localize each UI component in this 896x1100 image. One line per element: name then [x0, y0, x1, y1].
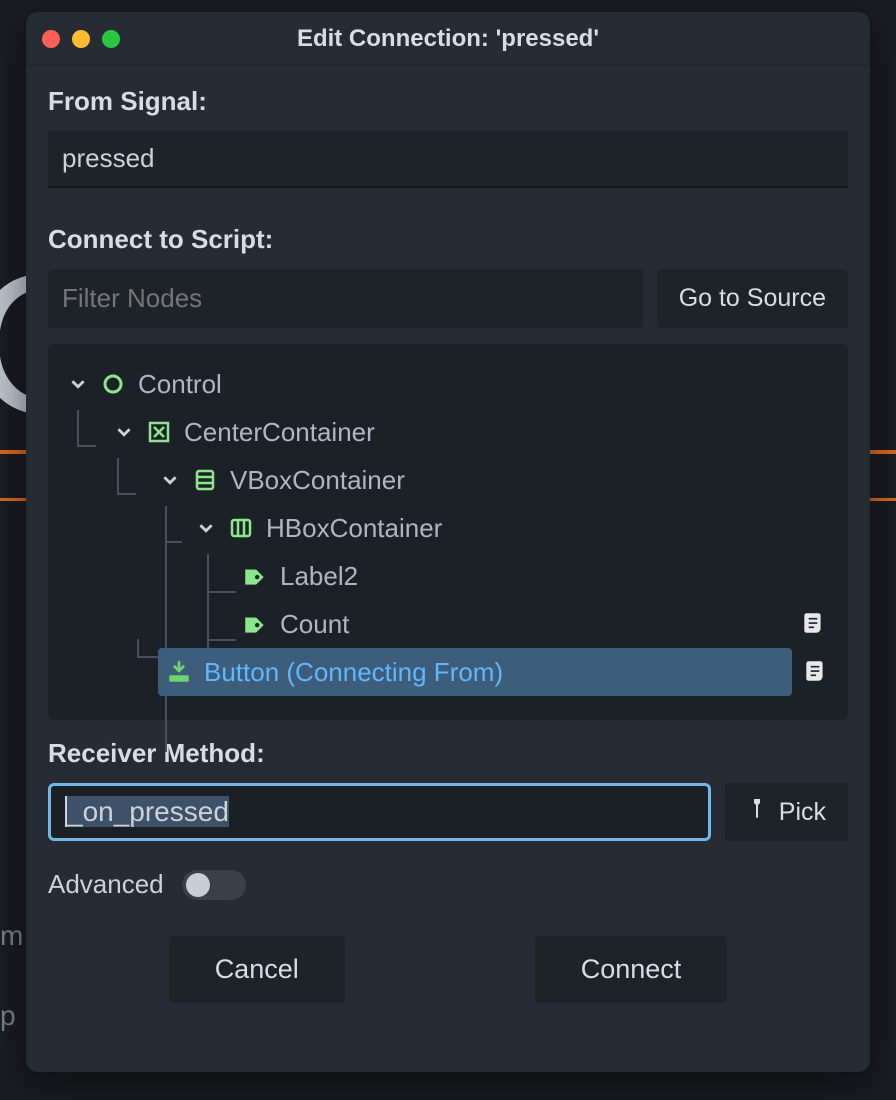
receiver-method-input[interactable]: _on_pressed: [48, 783, 711, 841]
label-node-icon: [242, 563, 268, 589]
window-controls: [42, 30, 120, 48]
close-window-button[interactable]: [42, 30, 60, 48]
expand-icon[interactable]: [68, 374, 88, 394]
tree-node-label2[interactable]: Label2: [60, 552, 836, 600]
connect-button[interactable]: Connect: [535, 936, 728, 1003]
expand-icon[interactable]: [160, 470, 180, 490]
script-icon[interactable]: [802, 658, 830, 686]
hboxcontainer-node-icon: [228, 515, 254, 541]
connect-to-script-label: Connect to Script:: [48, 224, 848, 255]
advanced-toggle[interactable]: [182, 870, 246, 900]
tree-node-control[interactable]: Control: [60, 360, 836, 408]
tree-node-button-selected[interactable]: Button (Connecting From): [158, 648, 792, 696]
eyedropper-icon: [747, 796, 767, 829]
scene-tree: Control CenterContainer: [48, 344, 848, 720]
button-node-icon: [166, 659, 192, 685]
script-icon[interactable]: [800, 610, 828, 638]
tree-node-count[interactable]: Count: [60, 600, 836, 648]
advanced-label: Advanced: [48, 869, 164, 900]
node-label: Button (Connecting From): [204, 657, 503, 688]
from-signal-field[interactable]: [48, 131, 848, 188]
expand-icon[interactable]: [196, 518, 216, 538]
background-char: p: [0, 1000, 16, 1032]
label-node-icon: [242, 611, 268, 637]
dialog-title: Edit Connection: 'pressed': [26, 25, 870, 53]
node-label: Label2: [280, 561, 358, 592]
node-label: CenterContainer: [184, 417, 375, 448]
node-label: Control: [138, 369, 222, 400]
control-node-icon: [100, 371, 126, 397]
tree-node-vboxcontainer[interactable]: VBoxContainer: [60, 456, 836, 504]
filter-nodes-input[interactable]: [48, 269, 643, 328]
vboxcontainer-node-icon: [192, 467, 218, 493]
maximize-window-button[interactable]: [102, 30, 120, 48]
edit-connection-dialog: Edit Connection: 'pressed' From Signal: …: [26, 12, 870, 1072]
tree-node-hboxcontainer[interactable]: HBoxContainer: [60, 504, 836, 552]
node-label: Count: [280, 609, 349, 640]
minimize-window-button[interactable]: [72, 30, 90, 48]
background-char: m: [0, 920, 23, 952]
expand-icon[interactable]: [114, 422, 134, 442]
node-label: HBoxContainer: [266, 513, 442, 544]
from-signal-label: From Signal:: [48, 86, 848, 117]
tree-node-centercontainer[interactable]: CenterContainer: [60, 408, 836, 456]
centercontainer-node-icon: [146, 419, 172, 445]
pick-button[interactable]: Pick: [725, 783, 848, 841]
node-label: VBoxContainer: [230, 465, 405, 496]
cancel-button[interactable]: Cancel: [169, 936, 345, 1003]
titlebar: Edit Connection: 'pressed': [26, 12, 870, 66]
go-to-source-button[interactable]: Go to Source: [657, 269, 848, 328]
